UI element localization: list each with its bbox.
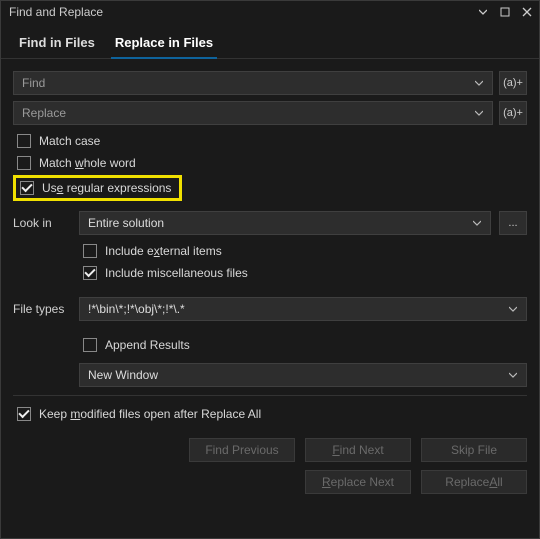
keep-modified-label[interactable]: Keep modified files open after Replace A… xyxy=(39,407,261,421)
use-regex-checkbox[interactable] xyxy=(20,181,34,195)
keep-modified-checkbox[interactable] xyxy=(17,407,31,421)
dialog-body: Find (a)+ Replace (a)+ Match case Match … xyxy=(1,59,539,502)
chevron-down-icon xyxy=(472,218,482,228)
find-placeholder: Find xyxy=(22,76,45,90)
file-types-label: File types xyxy=(13,302,71,316)
replace-regex-button[interactable]: (a)+ xyxy=(499,101,527,125)
file-types-row: File types !*\bin\*;!*\obj\*;!*\.* xyxy=(13,297,527,321)
look-in-value: Entire solution xyxy=(88,216,164,230)
titlebar-controls xyxy=(475,4,535,20)
append-results-checkbox[interactable] xyxy=(83,338,97,352)
find-row: Find (a)+ xyxy=(13,71,527,95)
use-regex-row: Use regular expressions xyxy=(13,175,182,201)
include-misc-label[interactable]: Include miscellaneous files xyxy=(105,266,248,280)
replace-input[interactable]: Replace xyxy=(13,101,493,125)
chevron-down-icon[interactable] xyxy=(474,78,484,88)
close-icon[interactable] xyxy=(519,4,535,20)
include-external-row: Include external items xyxy=(79,241,527,261)
file-types-input[interactable]: !*\bin\*;!*\obj\*;!*\.* xyxy=(79,297,527,321)
find-next-button[interactable]: Find Next xyxy=(305,438,411,462)
chevron-down-icon xyxy=(508,304,518,314)
result-options: Append Results New Window xyxy=(13,335,527,387)
tab-find-in-files[interactable]: Find in Files xyxy=(9,29,105,58)
skip-file-button[interactable]: Skip File xyxy=(421,438,527,462)
include-external-label[interactable]: Include external items xyxy=(105,244,222,258)
look-in-options: Include external items Include miscellan… xyxy=(13,241,527,283)
replace-placeholder: Replace xyxy=(22,106,66,120)
replace-all-button[interactable]: Replace All xyxy=(421,470,527,494)
include-external-checkbox[interactable] xyxy=(83,244,97,258)
match-whole-word-label[interactable]: Match whole word xyxy=(39,156,136,170)
replace-row: Replace (a)+ xyxy=(13,101,527,125)
append-results-row: Append Results xyxy=(79,335,527,355)
separator xyxy=(13,395,527,396)
find-input[interactable]: Find xyxy=(13,71,493,95)
look-in-select[interactable]: Entire solution xyxy=(79,211,491,235)
find-regex-button[interactable]: (a)+ xyxy=(499,71,527,95)
append-results-label[interactable]: Append Results xyxy=(105,338,190,352)
include-misc-row: Include miscellaneous files xyxy=(79,263,527,283)
file-types-value: !*\bin\*;!*\obj\*;!*\.* xyxy=(88,302,185,316)
maximize-icon[interactable] xyxy=(497,4,513,20)
results-window-select[interactable]: New Window xyxy=(79,363,527,387)
titlebar: Find and Replace xyxy=(1,1,539,23)
match-case-checkbox[interactable] xyxy=(17,134,31,148)
dropdown-icon[interactable] xyxy=(475,4,491,20)
match-whole-word-row: Match whole word xyxy=(13,153,527,173)
match-whole-word-checkbox[interactable] xyxy=(17,156,31,170)
use-regex-label[interactable]: Use regular expressions xyxy=(42,181,171,195)
find-previous-button[interactable]: Find Previous xyxy=(189,438,295,462)
include-misc-checkbox[interactable] xyxy=(83,266,97,280)
results-window-value: New Window xyxy=(88,368,158,382)
replace-next-button[interactable]: Replace Next xyxy=(305,470,411,494)
look-in-row: Look in Entire solution ... xyxy=(13,211,527,235)
match-case-row: Match case xyxy=(13,131,527,151)
actions-row-2: Replace Next Replace All xyxy=(13,470,527,494)
tabs: Find in Files Replace in Files xyxy=(1,23,539,59)
actions-row-1: Find Previous Find Next Skip File xyxy=(13,438,527,462)
chevron-down-icon xyxy=(508,370,518,380)
browse-button[interactable]: ... xyxy=(499,211,527,235)
keep-modified-row: Keep modified files open after Replace A… xyxy=(13,404,527,424)
look-in-label: Look in xyxy=(13,216,71,230)
tab-replace-in-files[interactable]: Replace in Files xyxy=(105,29,223,58)
match-case-label[interactable]: Match case xyxy=(39,134,100,148)
chevron-down-icon[interactable] xyxy=(474,108,484,118)
window-title: Find and Replace xyxy=(9,5,475,19)
